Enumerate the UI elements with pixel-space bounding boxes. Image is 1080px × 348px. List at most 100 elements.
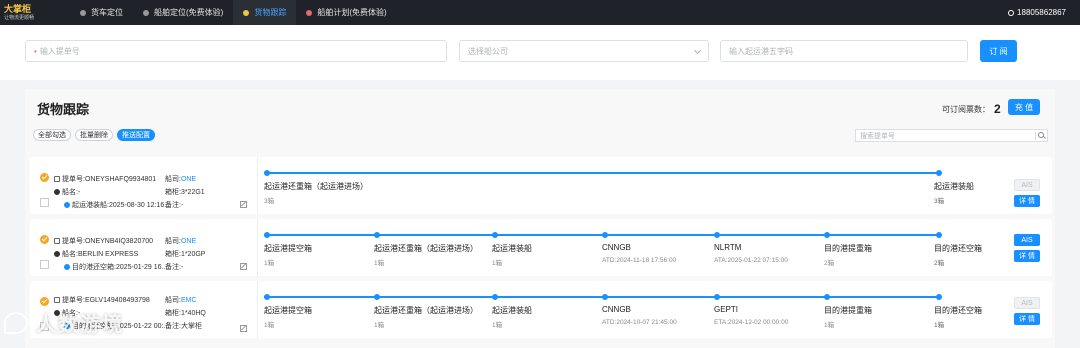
bl-number: 提单号:ONEYSHAFQ9934801 (54, 174, 156, 184)
search-icon[interactable] (1035, 132, 1045, 140)
stage-label: 起运港还重箱（起运港进场） (374, 244, 478, 253)
carrier: 船司:EMC (165, 295, 197, 305)
quota-display: 可订阅票数： 2 (942, 102, 1001, 116)
row-checkbox[interactable] (40, 260, 49, 269)
stage-label: 起运港装船 (492, 306, 532, 315)
watermark: 人数游境 (4, 308, 124, 337)
ais-button[interactable]: AIS (1014, 179, 1040, 191)
schedule-icon (306, 9, 313, 16)
carrier-prefix: 船司: (165, 176, 181, 183)
event-dot-icon (64, 264, 70, 270)
timeline-dot (602, 232, 608, 238)
bl-number: 提单号:ONEYNB4IQ3820700 (54, 236, 153, 246)
user-account[interactable]: 18805862867 (1008, 0, 1066, 25)
port-placeholder: 输入起运港五字码 (729, 46, 793, 56)
bl-number-input[interactable]: • 输入提单号 (25, 40, 447, 62)
final-stage-sub: 1箱 (934, 322, 945, 329)
port-code-input[interactable]: 输入起运港五字码 (720, 40, 968, 62)
push-config-button[interactable]: 推送配置 (117, 129, 155, 141)
detail-button[interactable]: 详 情 (1014, 250, 1040, 262)
bl-text: 提单号:EGLV149408493798 (62, 297, 150, 304)
nav-cargo-tracking[interactable]: 货物跟踪 (233, 0, 297, 25)
carrier-link[interactable]: ONE (181, 238, 196, 245)
timeline-dot (936, 294, 942, 300)
quota-label: 可订阅票数： (942, 104, 990, 114)
stage-label: 起运港提空箱 (264, 306, 312, 315)
stage-sub: ETA:2024-12-02 00:00:00 (714, 319, 789, 326)
final-stage-label: 起运港装船 (934, 182, 974, 191)
remark: 备注:- (165, 202, 184, 209)
final-stage-sub: 3箱 (934, 198, 945, 205)
user-phone: 18805862867 (1017, 8, 1066, 17)
user-icon (1008, 9, 1015, 16)
bl-placeholder: 输入提单号 (39, 46, 80, 56)
timeline-dot (602, 294, 608, 300)
ais-button[interactable]: AIS (1014, 297, 1040, 309)
remark: 备注:大掌柜 (165, 323, 202, 330)
logo[interactable]: 大掌柜 让物流更顺畅 (0, 0, 58, 25)
detail-button[interactable]: 详 情 (1014, 313, 1040, 325)
shipment-row: 提单号:EGLV149408493798 船名:- 目的港还空箱:2025-01… (30, 281, 1052, 338)
carrier-link[interactable]: ONE (181, 176, 196, 183)
nav-label: 船舶计划(免费体验) (317, 8, 387, 17)
status-check-icon (40, 173, 49, 182)
shipment-row: 提单号:ONEYSHAFQ9934801 船名:- 起运港装船:2025-08-… (30, 157, 1052, 214)
batch-delete-button[interactable]: 批量删除 (75, 129, 113, 141)
document-icon (54, 297, 60, 303)
stage-label: NLRTM (714, 243, 742, 252)
timeline-dot (374, 294, 380, 300)
tracking-timeline: 起运港提空箱 1箱 起运港还重箱（起运港进场） 1箱 起运港装船 1箱 CNNG… (264, 219, 964, 276)
stage-label: 起运港还重箱（起运港进场） (264, 182, 368, 191)
watermark-text: 人数游境 (36, 312, 124, 336)
carrier-prefix: 船司: (165, 238, 181, 245)
timeline-dot (374, 232, 380, 238)
cargo-icon (243, 9, 250, 16)
nav-truck-location[interactable]: 货车定位 (70, 0, 133, 25)
ship-icon (54, 189, 60, 195)
stage-label: 起运港提空箱 (264, 244, 312, 253)
carrier-prefix: 船司: (165, 297, 181, 304)
row-checkbox[interactable] (40, 198, 49, 207)
stage-sub: ATD:2024-10-07 21:45:00 (602, 319, 677, 326)
final-stage-sub: 2箱 (934, 260, 945, 267)
edit-icon[interactable] (240, 201, 247, 208)
timeline-dot (264, 232, 270, 238)
stage-label: 目的港提重箱 (824, 306, 872, 315)
bl-search-input[interactable]: 搜索提单号 (855, 129, 1048, 142)
watermark-logo-icon (4, 311, 28, 334)
edit-icon[interactable] (240, 325, 247, 332)
vessel-text: 船名:- (62, 189, 81, 196)
timeline-line (264, 296, 938, 298)
carrier-select[interactable]: 选择船公司 (459, 40, 709, 62)
subscribe-button[interactable]: 订 阅 (980, 40, 1017, 62)
status-check-icon (40, 297, 49, 306)
shipment-row: 提单号:ONEYNB4IQ3820700 船名:BERLIN EXPRESS 目… (30, 219, 1052, 276)
stage-label: CNNGB (602, 243, 631, 252)
latest-event: 目的港还空箱:2025-01-29 16... (64, 262, 167, 272)
container-info: 箱柜:1*20GP (165, 251, 206, 258)
recharge-button[interactable]: 充 值 (1008, 99, 1040, 115)
select-all-button[interactable]: 全部勾选 (33, 129, 71, 141)
stage-sub: 1箱 (374, 260, 385, 267)
event-dot-icon (64, 202, 70, 208)
nav-ship-schedule[interactable]: 船舶计划(免费体验) (296, 0, 396, 25)
ais-button[interactable]: AIS (1014, 234, 1040, 246)
document-icon (54, 176, 60, 182)
container-info: 箱柜:3*22G1 (165, 189, 205, 196)
chevron-down-icon (693, 46, 702, 55)
carrier: 船司:ONE (165, 174, 196, 184)
page-title: 货物跟踪 (37, 102, 90, 117)
carrier-placeholder: 选择船公司 (468, 46, 508, 56)
timeline-dot (492, 294, 498, 300)
stage-label: 起运港装船 (492, 244, 532, 253)
timeline-line (264, 234, 938, 236)
shipment-info: 提单号:ONEYNB4IQ3820700 船名:BERLIN EXPRESS 目… (30, 219, 258, 276)
carrier-link[interactable]: EMC (181, 297, 197, 304)
remark: 备注:- (165, 264, 184, 271)
final-stage-label: 目的港还空箱 (934, 306, 982, 315)
tracking-timeline: 起运港提空箱 1箱 起运港还重箱（起运港进场） 1箱 起运港装船 1箱 CNNG… (264, 281, 964, 338)
detail-button[interactable]: 详 情 (1014, 195, 1040, 207)
edit-icon[interactable] (240, 263, 247, 270)
final-stage-label: 目的港还空箱 (934, 244, 982, 253)
nav-ship-location[interactable]: 船舶定位(免费体验) (133, 0, 233, 25)
